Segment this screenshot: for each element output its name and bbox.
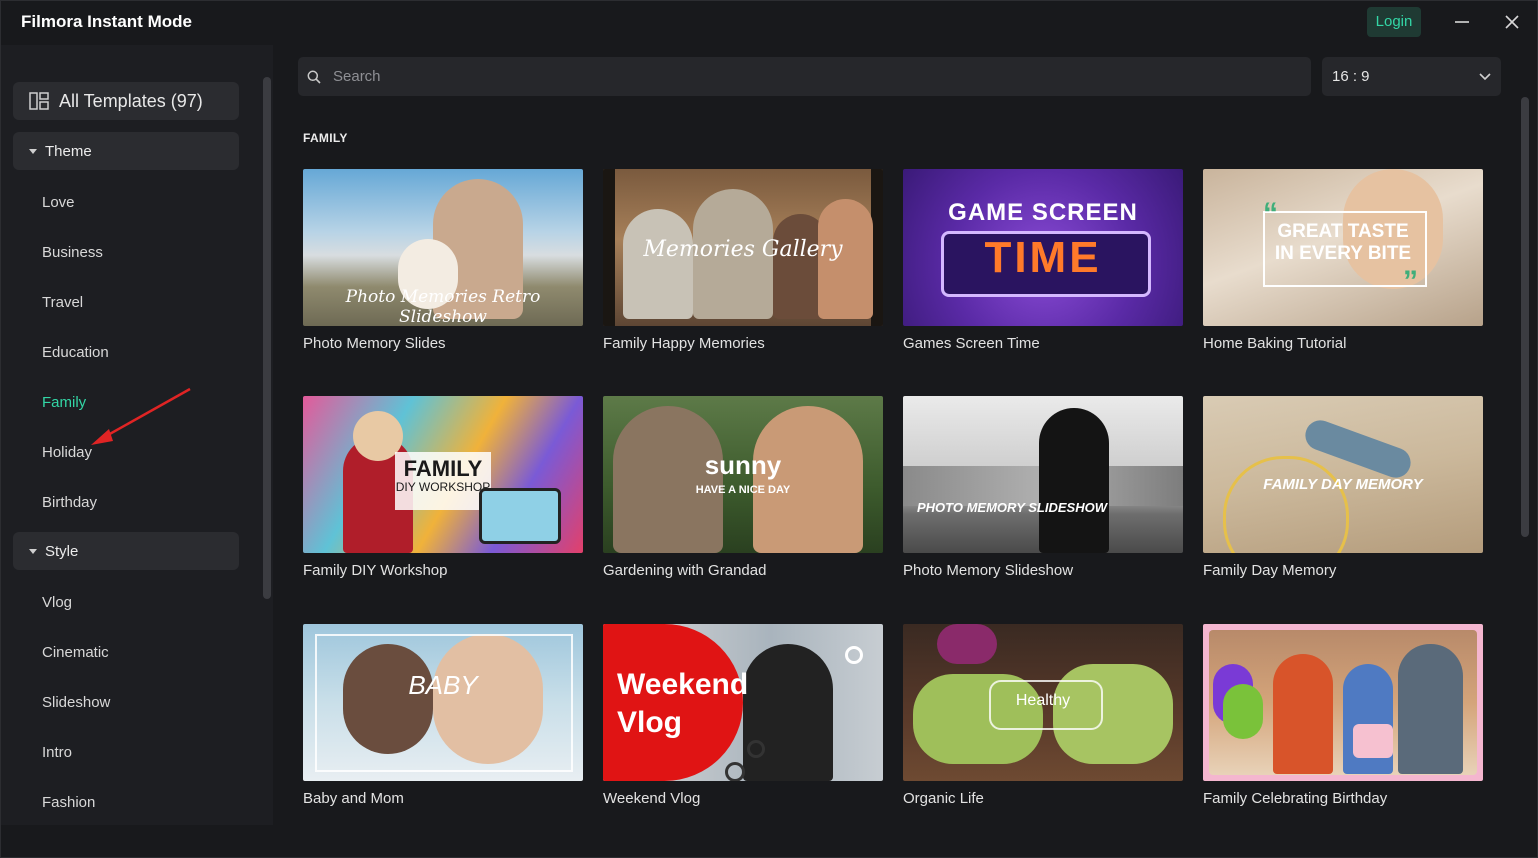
- template-card-gardening-with-grandad[interactable]: sunny HAVE A NICE DAY Gardening with Gra…: [603, 396, 883, 579]
- sidebar-item-holiday[interactable]: Holiday: [42, 443, 92, 463]
- sidebar: All Templates (97) Theme Love Business T…: [1, 45, 273, 825]
- template-title: Organic Life: [903, 790, 984, 807]
- search-field[interactable]: [298, 57, 1311, 96]
- template-card-weekend-vlog[interactable]: Weekend Vlog Weekend Vlog: [603, 624, 883, 807]
- template-title: Family DIY Workshop: [303, 562, 448, 579]
- template-thumbnail: Photo Memories Retro Slideshow: [303, 169, 583, 326]
- template-thumbnail: GREAT TASTE IN EVERY BITE “ ”: [1203, 169, 1483, 326]
- login-button[interactable]: Login: [1367, 7, 1421, 37]
- template-title: Photo Memory Slides: [303, 335, 446, 352]
- grid-layout-icon: [29, 92, 49, 110]
- template-card-organic-life[interactable]: Healthy Organic Life: [903, 624, 1183, 807]
- thumbnail-overlay-text: sunny: [704, 450, 782, 480]
- template-title: Photo Memory Slideshow: [903, 562, 1074, 579]
- thumbnail-overlay-text: Weekend: [617, 668, 749, 701]
- thumbnail-overlay-text: BABY: [408, 670, 478, 700]
- template-thumbnail: FAMILY DIY WORKSHOP: [303, 396, 583, 553]
- template-card-family-celebrating-birthday[interactable]: Family Celebrating Birthday: [1203, 624, 1483, 807]
- template-thumbnail: [1203, 624, 1483, 781]
- template-title: Family Happy Memories: [603, 335, 765, 352]
- sidebar-item-business[interactable]: Business: [42, 243, 103, 263]
- template-thumbnail: BABY: [303, 624, 583, 781]
- template-card-games-screen-time[interactable]: GAME SCREEN TIME Games Screen Time: [903, 169, 1183, 352]
- template-card-baby-and-mom[interactable]: BABY Baby and Mom: [303, 624, 583, 807]
- app-window: Filmora Instant Mode Login All Templates…: [0, 0, 1538, 858]
- theme-group-header[interactable]: Theme: [13, 132, 239, 170]
- sidebar-item-travel[interactable]: Travel: [42, 293, 83, 313]
- style-group-header[interactable]: Style: [13, 532, 239, 570]
- all-templates-label: All Templates (97): [59, 90, 203, 111]
- close-button[interactable]: [1497, 9, 1527, 35]
- app-title: Filmora Instant Mode: [21, 12, 192, 31]
- sidebar-scrollbar[interactable]: [263, 77, 271, 599]
- title-bar: Filmora Instant Mode Login: [1, 1, 1538, 45]
- sidebar-item-birthday[interactable]: Birthday: [42, 493, 97, 513]
- quote-close-icon: ”: [1403, 265, 1418, 298]
- thumbnail-overlay-text: Photo Memories Retro Slideshow: [345, 287, 541, 326]
- template-title: Home Baking Tutorial: [1203, 335, 1347, 352]
- template-card-home-baking-tutorial[interactable]: GREAT TASTE IN EVERY BITE “ ” Home Bakin…: [1203, 169, 1483, 352]
- sidebar-item-love[interactable]: Love: [42, 193, 75, 213]
- template-card-family-happy-memories[interactable]: Memories Gallery Family Happy Memories: [603, 169, 883, 352]
- sidebar-item-family[interactable]: Family: [42, 393, 86, 413]
- sidebar-item-intro[interactable]: Intro: [42, 743, 72, 763]
- template-thumbnail: Healthy: [903, 624, 1183, 781]
- thumbnail-overlay-text: Memories Gallery: [643, 237, 843, 262]
- thumbnail-overlay-text: FAMILY DAY MEMORY: [1263, 476, 1423, 493]
- template-title: Family Day Memory: [1203, 562, 1337, 579]
- template-card-family-diy-workshop[interactable]: FAMILY DIY WORKSHOP Family DIY Workshop: [303, 396, 583, 579]
- thumbnail-overlay-text: Healthy: [1015, 692, 1071, 709]
- thumbnail-overlay-text-2: Vlog: [617, 706, 682, 739]
- template-title: Family Celebrating Birthday: [1203, 790, 1388, 807]
- minimize-button[interactable]: [1447, 9, 1477, 35]
- template-card-family-day-memory[interactable]: FAMILY DAY MEMORY Family Day Memory: [1203, 396, 1483, 579]
- aspect-ratio-value: 16 : 9: [1332, 68, 1370, 85]
- sidebar-item-education[interactable]: Education: [42, 343, 109, 363]
- template-thumbnail: sunny HAVE A NICE DAY: [603, 396, 883, 553]
- thumbnail-overlay-text-2: HAVE A NICE DAY: [695, 484, 791, 496]
- template-thumbnail: Memories Gallery: [603, 169, 883, 326]
- main-scrollbar[interactable]: [1521, 97, 1529, 537]
- template-title: Games Screen Time: [903, 335, 1040, 352]
- minimize-icon: [1455, 21, 1469, 23]
- quote-open-icon: “: [1263, 197, 1278, 230]
- search-input[interactable]: [331, 67, 1235, 86]
- search-icon: [307, 70, 321, 84]
- chevron-down-icon: [1479, 72, 1491, 80]
- template-card-photo-memory-slides[interactable]: Photo Memories Retro Slideshow Photo Mem…: [303, 169, 583, 352]
- annotation-arrow-icon: [91, 387, 191, 445]
- sidebar-item-slideshow[interactable]: Slideshow: [42, 693, 110, 713]
- template-thumbnail: FAMILY DAY MEMORY: [1203, 396, 1483, 553]
- template-title: Weekend Vlog: [603, 790, 701, 807]
- template-card-photo-memory-slideshow[interactable]: PHOTO MEMORY SLIDESHOW Photo Memory Slid…: [903, 396, 1183, 579]
- sidebar-item-fashion[interactable]: Fashion: [42, 793, 95, 813]
- close-icon: [1505, 15, 1519, 29]
- section-title: FAMILY: [303, 131, 348, 145]
- template-title: Gardening with Grandad: [603, 562, 767, 579]
- template-title: Baby and Mom: [303, 790, 404, 807]
- caret-down-icon: [29, 148, 37, 154]
- theme-group-label: Theme: [45, 142, 92, 160]
- all-templates-button[interactable]: All Templates (97): [13, 82, 239, 120]
- caret-down-icon: [29, 548, 37, 554]
- thumbnail-overlay-text: GAME SCREEN: [948, 199, 1138, 226]
- sidebar-item-vlog[interactable]: Vlog: [42, 593, 72, 613]
- template-thumbnail: GAME SCREEN TIME: [903, 169, 1183, 326]
- thumbnail-overlay-text: GREAT TASTE: [1277, 221, 1409, 242]
- sidebar-item-cinematic[interactable]: Cinematic: [42, 643, 109, 663]
- aspect-ratio-select[interactable]: 16 : 9: [1322, 57, 1501, 96]
- thumbnail-overlay-text-2: IN EVERY BITE: [1274, 243, 1412, 264]
- style-group-label: Style: [45, 542, 79, 560]
- template-thumbnail: Weekend Vlog: [603, 624, 883, 781]
- thumbnail-overlay-text-2: TIME: [984, 233, 1102, 282]
- thumbnail-overlay-text: FAMILY: [403, 456, 483, 481]
- template-thumbnail: PHOTO MEMORY SLIDESHOW: [903, 396, 1183, 553]
- thumbnail-overlay-text: PHOTO MEMORY SLIDESHOW: [917, 500, 1107, 515]
